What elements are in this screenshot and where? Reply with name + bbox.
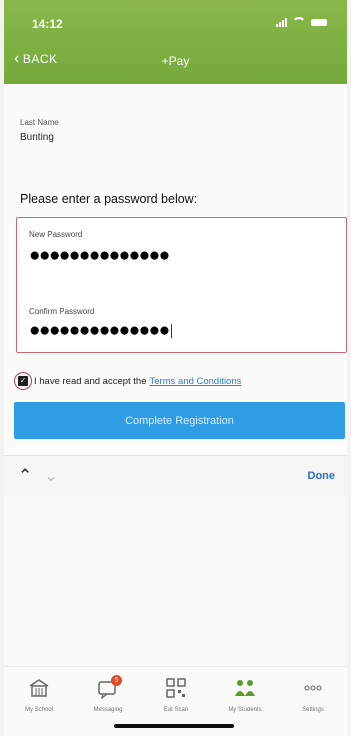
qr-scan-icon bbox=[146, 675, 206, 701]
more-icon bbox=[283, 675, 343, 701]
new-password-value: ●●●●●●●●●●●●●● bbox=[29, 245, 170, 266]
complete-registration-button[interactable]: Complete Registration bbox=[14, 402, 345, 439]
school-icon bbox=[9, 675, 69, 701]
tab-messaging[interactable]: 5 Messaging bbox=[78, 675, 138, 713]
tab-label: Settings bbox=[302, 707, 324, 713]
terms-checkbox[interactable]: ✓ bbox=[14, 372, 32, 390]
tab-label: My School bbox=[24, 707, 53, 713]
last-name-label: Last Name bbox=[20, 118, 59, 127]
tab-my-school[interactable]: My School bbox=[9, 675, 69, 713]
keyboard-area bbox=[4, 496, 347, 666]
keyboard-toolbar: ⌃ ⌄ Done bbox=[4, 456, 347, 496]
checkmark-icon: ✓ bbox=[18, 376, 28, 386]
wifi-icon bbox=[292, 17, 306, 27]
tab-settings[interactable]: Settings bbox=[283, 675, 343, 713]
done-button[interactable]: Done bbox=[308, 470, 336, 482]
tab-eat-scan[interactable]: Eat Scan bbox=[146, 675, 206, 713]
tab-label: Eat Scan bbox=[163, 707, 189, 713]
status-time: 14:12 bbox=[32, 17, 63, 31]
home-indicator bbox=[114, 724, 234, 728]
chevron-up-icon[interactable]: ⌃ bbox=[18, 466, 32, 486]
password-group: New Password ●●●●●●●●●●●●●● Confirm Pass… bbox=[16, 217, 347, 353]
chevron-down-icon[interactable]: ⌄ bbox=[44, 466, 58, 486]
tab-label: My Students bbox=[228, 707, 262, 713]
terms-link[interactable]: Terms and Conditions bbox=[150, 376, 242, 387]
confirm-password-value: ●●●●●●●●●●●●●● bbox=[29, 320, 170, 342]
tab-my-students[interactable]: My Students bbox=[215, 675, 275, 713]
terms-text: I have read and accept the bbox=[34, 375, 147, 387]
page-title: +Pay bbox=[161, 54, 190, 68]
terms-row: ✓ I have read and accept the Terms and C… bbox=[14, 372, 241, 390]
tab-label: Messaging bbox=[93, 707, 123, 713]
status-icons bbox=[276, 17, 327, 27]
new-password-label: New Password bbox=[29, 230, 83, 239]
password-prompt: Please enter a password below: bbox=[20, 192, 198, 206]
last-name-field: Last Name Bunting bbox=[20, 118, 59, 143]
confirm-password-label: Confirm Password bbox=[29, 307, 95, 316]
app-header: 14:12 ‹ BACK +Pay bbox=[4, 0, 347, 84]
new-password-input[interactable]: ●●●●●●●●●●●●●● bbox=[29, 246, 170, 265]
signal-icon bbox=[276, 17, 287, 27]
text-cursor bbox=[170, 324, 172, 338]
students-icon bbox=[215, 675, 275, 701]
phone-screen: 14:12 ‹ BACK +Pay Last Name Bunting Plea… bbox=[4, 0, 347, 736]
messaging-icon: 5 bbox=[78, 675, 138, 701]
battery-icon bbox=[311, 18, 327, 26]
last-name-value: Bunting bbox=[20, 132, 54, 143]
message-badge: 5 bbox=[111, 675, 122, 686]
confirm-password-input[interactable]: ●●●●●●●●●●●●●● bbox=[29, 321, 172, 340]
